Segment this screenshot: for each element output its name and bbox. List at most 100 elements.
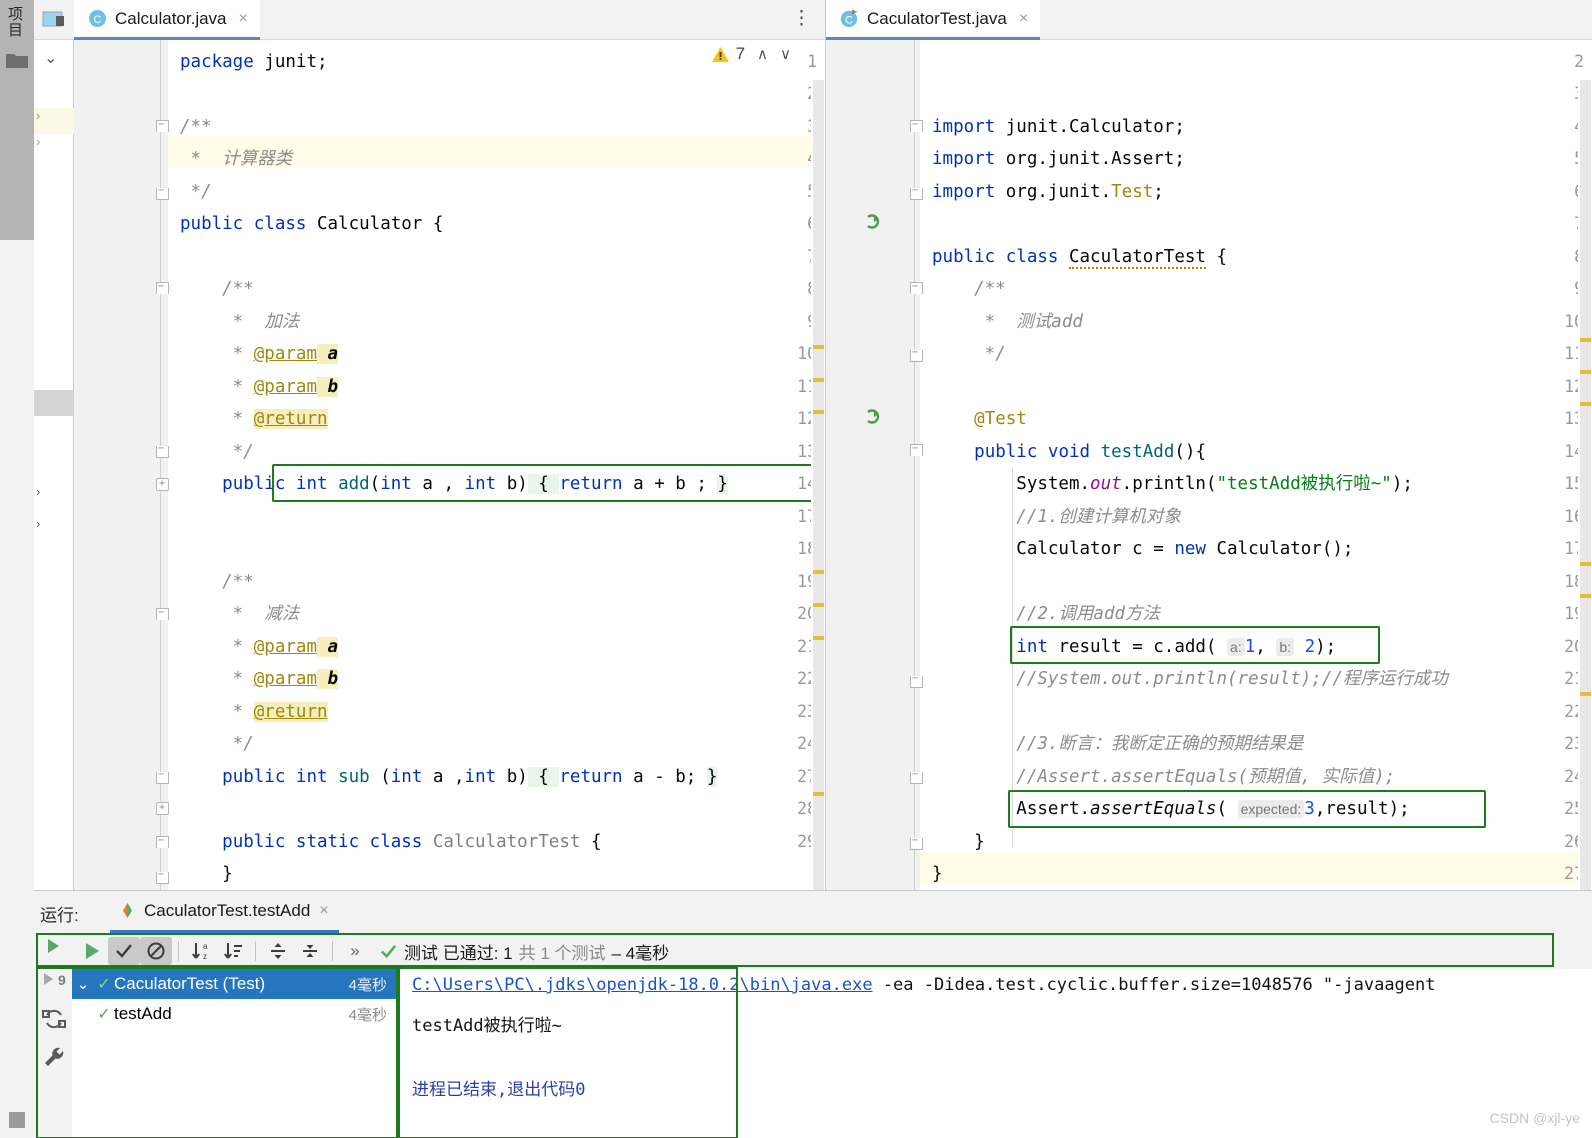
fold-marker[interactable]: − bbox=[156, 869, 169, 884]
project-window-icon[interactable] bbox=[42, 10, 66, 30]
fold-marker[interactable]: − bbox=[156, 185, 169, 200]
warning-stripe-mark[interactable] bbox=[813, 792, 824, 796]
svg-text:z: z bbox=[203, 952, 207, 961]
run-method-gutter-icon[interactable] bbox=[866, 409, 883, 426]
svg-text:C: C bbox=[94, 14, 102, 26]
warning-stripe-mark[interactable] bbox=[813, 570, 824, 574]
repeat-icon[interactable] bbox=[42, 1007, 66, 1031]
folder-icon[interactable] bbox=[6, 52, 28, 69]
chevron-down-icon[interactable]: ⌄ bbox=[72, 975, 94, 993]
code-line: public void testAdd(){ bbox=[974, 442, 1206, 462]
sort-by-duration-button[interactable] bbox=[217, 937, 249, 965]
inspection-widget[interactable]: 7 ∧ ∨ bbox=[711, 44, 791, 64]
close-icon[interactable]: × bbox=[319, 902, 328, 920]
tab-caculatortest-testadd[interactable]: CaculatorTest.testAdd × bbox=[110, 891, 339, 933]
editor-tabbar-left: C Calculator.java × ⋮ bbox=[74, 0, 825, 40]
fold-marker[interactable]: − bbox=[156, 835, 169, 849]
error-stripe-left[interactable] bbox=[811, 80, 825, 890]
sidebar-item-project[interactable]: 项目 bbox=[4, 6, 25, 38]
check-icon: ✓ bbox=[97, 976, 111, 993]
rerun-failed-icon[interactable] bbox=[42, 935, 66, 959]
project-tool-window[interactable]: ⌄ › › › › bbox=[34, 0, 74, 890]
fold-marker[interactable]: − bbox=[910, 835, 923, 850]
tab-calculator-java[interactable]: C Calculator.java × bbox=[74, 0, 260, 40]
code-line: //System.out.println(result);//程序运行成功 bbox=[932, 669, 1448, 689]
prev-problem-icon[interactable]: ∧ bbox=[757, 45, 768, 63]
line-number: 2 bbox=[1574, 52, 1584, 71]
fold-marker[interactable]: − bbox=[156, 769, 169, 784]
gutter-left[interactable] bbox=[74, 40, 168, 890]
next-problem-icon[interactable]: ∨ bbox=[780, 45, 791, 63]
fold-marker[interactable]: − bbox=[156, 607, 169, 621]
fold-marker[interactable]: − bbox=[156, 119, 169, 133]
warning-stripe-mark[interactable] bbox=[813, 603, 824, 607]
warning-stripe-mark[interactable] bbox=[1580, 594, 1591, 598]
code-line: } bbox=[180, 864, 233, 884]
debug-9-icon[interactable]: 9 bbox=[42, 967, 66, 991]
code-area-right[interactable]: 2 3 4 5 6 7 8 9 10 11 12 13 14 15 16 17 … bbox=[826, 40, 1592, 890]
fold-marker[interactable]: − bbox=[910, 281, 923, 295]
run-class-gutter-icon[interactable] bbox=[866, 214, 883, 231]
test-node-duration: 4毫秒 bbox=[348, 976, 387, 994]
sort-alphabetically-button[interactable]: a z bbox=[185, 937, 217, 965]
expected-value: 3 bbox=[1304, 799, 1315, 819]
java-test-class-icon: C bbox=[840, 9, 858, 28]
code-line: package junit; bbox=[180, 52, 328, 72]
show-passed-toggle[interactable] bbox=[108, 937, 140, 965]
code-line: * @param a bbox=[180, 637, 339, 657]
fold-marker[interactable]: − bbox=[156, 281, 169, 295]
collapse-all-button[interactable] bbox=[294, 937, 326, 965]
warning-stripe-mark[interactable] bbox=[1580, 562, 1591, 566]
tab-label: Calculator.java bbox=[115, 8, 227, 28]
more-options-icon[interactable]: ⋮ bbox=[792, 9, 811, 29]
warning-stripe-mark[interactable] bbox=[813, 636, 824, 640]
code-line: Calculator c = new Calculator(); bbox=[932, 539, 1354, 559]
settings-wrench-icon[interactable] bbox=[42, 1045, 66, 1069]
console-stdout-line: testAdd被执行啦~ bbox=[412, 1016, 562, 1036]
left-tool-strip: 项目 bbox=[0, 0, 34, 240]
tab-caculatortest-java[interactable]: C CaculatorTest.java × bbox=[826, 0, 1041, 40]
list-item[interactable]: ⌄ ✓ CaculatorTest (Test) 4毫秒 bbox=[72, 969, 397, 999]
fold-marker[interactable]: − bbox=[910, 769, 923, 784]
warning-stripe-mark[interactable] bbox=[1580, 370, 1591, 374]
status-square-icon bbox=[9, 1112, 25, 1128]
code-line: } bbox=[932, 832, 985, 852]
hide-ignored-toggle[interactable] bbox=[140, 937, 172, 965]
sort-alphabetically-icon: a z bbox=[192, 942, 208, 961]
fold-expand-marker[interactable]: + bbox=[156, 802, 169, 815]
fold-marker[interactable]: − bbox=[910, 185, 923, 200]
inspection-count: 7 bbox=[735, 44, 746, 63]
warning-stripe-mark[interactable] bbox=[813, 378, 824, 382]
chevron-down-icon[interactable]: ⌄ bbox=[44, 48, 57, 68]
fold-marker[interactable]: − bbox=[910, 347, 923, 362]
expand-all-button[interactable] bbox=[262, 937, 294, 965]
more-toolbar-button[interactable]: » bbox=[339, 937, 371, 965]
gutter-right[interactable] bbox=[826, 40, 920, 890]
editor-pane-caculatortest: C CaculatorTest.java × 2 3 4 5 6 bbox=[826, 0, 1592, 890]
fold-marker[interactable]: − bbox=[910, 119, 923, 133]
list-item[interactable]: › bbox=[36, 134, 74, 149]
close-icon[interactable]: × bbox=[239, 10, 248, 28]
close-icon[interactable]: × bbox=[1019, 10, 1028, 28]
fold-marker[interactable]: − bbox=[156, 443, 169, 458]
list-item[interactable]: › bbox=[36, 108, 74, 123]
warning-stripe-mark[interactable] bbox=[1580, 692, 1591, 696]
list-item[interactable]: ✓ testAdd 4毫秒 bbox=[72, 999, 397, 1029]
code-area-left[interactable]: 1 2 3 4 5 6 7 8 9 10 11 12 13 14 17 18 1… bbox=[74, 40, 825, 890]
error-stripe-right[interactable] bbox=[1578, 80, 1592, 890]
code-line: System.out.println("testAdd被执行啦~"); bbox=[932, 474, 1413, 494]
warning-stripe-mark[interactable] bbox=[1580, 338, 1591, 342]
java-exe-link[interactable]: C:\Users\PC\.jdks\openjdk-18.0.2\bin\jav… bbox=[412, 975, 873, 995]
warning-stripe-mark[interactable] bbox=[1580, 402, 1591, 406]
test-tree[interactable]: ⌄ ✓ CaculatorTest (Test) 4毫秒 ✓ testAdd 4… bbox=[72, 969, 398, 1138]
fold-marker[interactable]: − bbox=[910, 443, 923, 457]
warning-stripe-mark[interactable] bbox=[813, 410, 824, 414]
console-output[interactable]: C:\Users\PC\.jdks\openjdk-18.0.2\bin\jav… bbox=[398, 969, 1592, 1138]
fold-marker[interactable]: − bbox=[910, 673, 923, 688]
rerun-button[interactable] bbox=[76, 937, 108, 965]
list-item[interactable]: › bbox=[36, 516, 74, 531]
warning-stripe-mark[interactable] bbox=[813, 345, 824, 349]
fold-expand-marker[interactable]: + bbox=[156, 478, 169, 491]
list-item[interactable]: › bbox=[36, 484, 74, 499]
code-line: import junit.Calculator; bbox=[932, 117, 1185, 137]
